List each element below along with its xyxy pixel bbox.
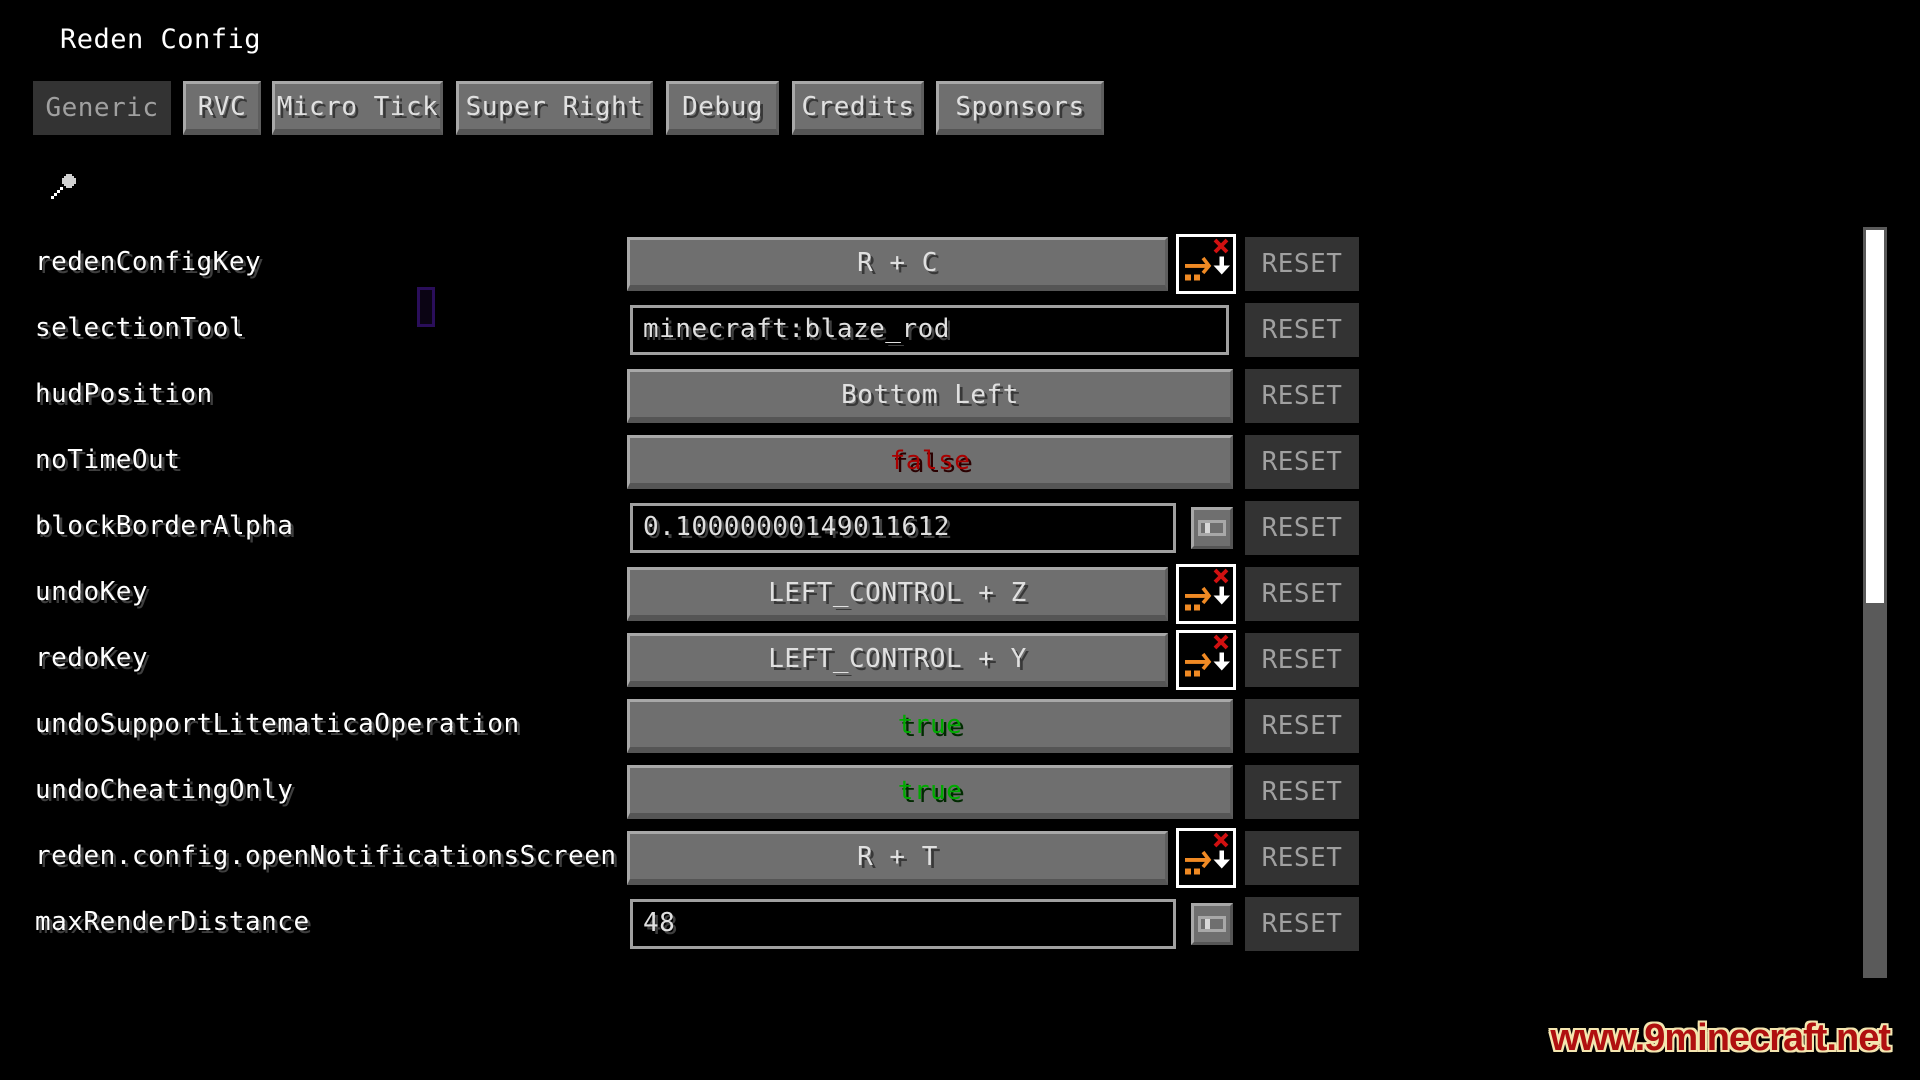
boolean-toggle-button[interactable]: true [627,765,1233,819]
reset-button[interactable]: RESET [1245,897,1359,951]
boolean-value: true [897,709,963,740]
config-label: redoKey [35,643,149,673]
config-row-undoSupportLitematicaOperation: undoSupportLitematicaOperation true RESE… [0,699,1400,753]
reset-button[interactable]: RESET [1245,567,1359,621]
tab-debug[interactable]: Debug [666,81,779,135]
hotkey-button[interactable]: LEFT_CONTROL + Y [627,633,1168,687]
tab-micro-tick[interactable]: Micro Tick [272,81,443,135]
config-label: reden.config.openNotificationsScreen [35,841,617,871]
config-label: undoCheatingOnly [35,775,294,805]
config-label: undoKey [35,577,149,607]
reset-button[interactable]: RESET [1245,501,1359,555]
tab-sponsors[interactable]: Sponsors [936,81,1104,135]
reset-button[interactable]: RESET [1245,303,1359,357]
config-row-undoCheatingOnly: undoCheatingOnly true RESET [0,765,1400,819]
config-label: selectionTool [35,313,245,343]
config-label: maxRenderDistance [35,907,310,937]
config-row-selectionTool: selectionTool minecraft:blaze_rod RESET [0,303,1400,357]
config-row-redenConfigKey: redenConfigKey R + C RESET [0,234,1400,294]
screen-title: Reden Config [60,24,262,55]
reset-button[interactable]: RESET [1245,699,1359,753]
config-row-hudPosition: hudPosition Bottom Left RESET [0,369,1400,423]
config-label: blockBorderAlpha [35,511,294,541]
keybind-settings-icon[interactable] [1176,828,1236,888]
string-input[interactable]: minecraft:blaze_rod [630,305,1229,355]
config-label: undoSupportLitematicaOperation [35,709,520,739]
keybind-settings-icon[interactable] [1176,564,1236,624]
hotkey-button[interactable]: R + C [627,237,1168,291]
config-row-blockBorderAlpha: blockBorderAlpha 0.10000000149011612 RES… [0,501,1400,555]
config-label: hudPosition [35,379,213,409]
tab-credits[interactable]: Credits [792,81,924,135]
keybind-settings-icon[interactable] [1176,630,1236,690]
search-icon[interactable] [44,172,78,206]
reset-button[interactable]: RESET [1245,435,1359,489]
boolean-toggle-button[interactable]: false [627,435,1233,489]
option-cycle-button[interactable]: Bottom Left [627,369,1233,423]
slider-toggle-icon[interactable] [1191,903,1233,945]
scrollbar-track[interactable] [1863,227,1887,978]
reset-button[interactable]: RESET [1245,369,1359,423]
tab-rvc[interactable]: RVC [183,81,261,135]
config-row-undoKey: undoKey LEFT_CONTROL + Z RESET [0,564,1400,624]
reset-button[interactable]: RESET [1245,831,1359,885]
tab-generic[interactable]: Generic [33,81,171,135]
scrollbar-thumb[interactable] [1866,230,1884,603]
config-row-noTimeOut: noTimeOut false RESET [0,435,1400,489]
boolean-value: true [897,775,963,806]
config-label: redenConfigKey [35,247,262,277]
hotkey-button[interactable]: LEFT_CONTROL + Z [627,567,1168,621]
boolean-toggle-button[interactable]: true [627,699,1233,753]
reset-button[interactable]: RESET [1245,765,1359,819]
hotkey-button[interactable]: R + T [627,831,1168,885]
slider-toggle-icon[interactable] [1191,507,1233,549]
boolean-value: false [889,445,971,476]
config-label: noTimeOut [35,445,181,475]
keybind-settings-icon[interactable] [1176,234,1236,294]
config-row-maxRenderDistance: maxRenderDistance 48 RESET [0,897,1400,951]
tab-super-right[interactable]: Super Right [456,81,653,135]
reset-button[interactable]: RESET [1245,633,1359,687]
number-input[interactable]: 48 [630,899,1176,949]
config-row-redoKey: redoKey LEFT_CONTROL + Y RESET [0,630,1400,690]
config-row-openNotificationsScreen: reden.config.openNotificationsScreen R +… [0,828,1400,888]
number-input[interactable]: 0.10000000149011612 [630,503,1176,553]
reset-button[interactable]: RESET [1245,237,1359,291]
watermark: www.9minecraft.net [1550,1017,1891,1059]
